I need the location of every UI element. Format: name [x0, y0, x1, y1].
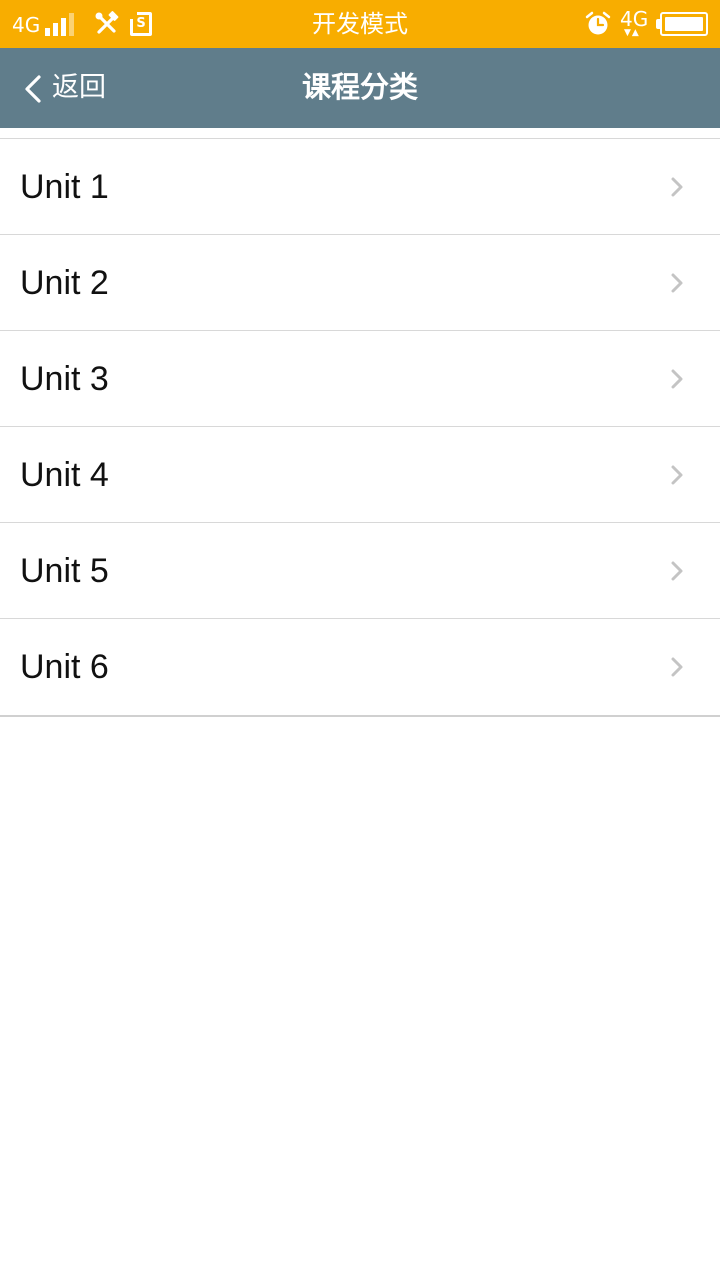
list-item-label: Unit 6 [20, 648, 109, 686]
chevron-right-icon [671, 657, 683, 677]
list-item-unit-3[interactable]: Unit 3 [0, 331, 720, 427]
chevron-right-icon [671, 369, 683, 389]
chevron-right-icon [671, 273, 683, 293]
data-activity-icon: ▼▲ [624, 28, 640, 38]
page-title: 课程分类 [301, 70, 418, 104]
nav-bar: 返回 课程分类 [0, 48, 720, 128]
list-item-label: Unit 5 [20, 552, 109, 590]
list-item-unit-1[interactable]: Unit 1 [0, 139, 720, 235]
chevron-right-icon [671, 465, 683, 485]
chevron-right-icon [671, 561, 683, 581]
network-type-label-right: 4G [620, 7, 649, 31]
alarm-icon [585, 11, 611, 35]
list-item-unit-4[interactable]: Unit 4 [0, 427, 720, 523]
list-item-unit-6[interactable]: Unit 6 [0, 619, 720, 715]
list-item-label: Unit 2 [20, 264, 109, 302]
battery-icon [656, 12, 708, 36]
unit-list: Unit 1 Unit 2 Unit 3 Unit 4 Unit 5 Unit … [0, 138, 720, 717]
chevron-right-icon [671, 177, 683, 197]
list-item-label: Unit 4 [20, 456, 109, 494]
list-item-label: Unit 3 [20, 360, 109, 398]
status-bar: 4G S 开发模式 4G ▼▲ [0, 0, 720, 48]
list-item-label: Unit 1 [20, 168, 109, 206]
status-bar-title: 开发模式 [312, 10, 408, 38]
list-item-unit-5[interactable]: Unit 5 [0, 523, 720, 619]
list-item-unit-2[interactable]: Unit 2 [0, 235, 720, 331]
